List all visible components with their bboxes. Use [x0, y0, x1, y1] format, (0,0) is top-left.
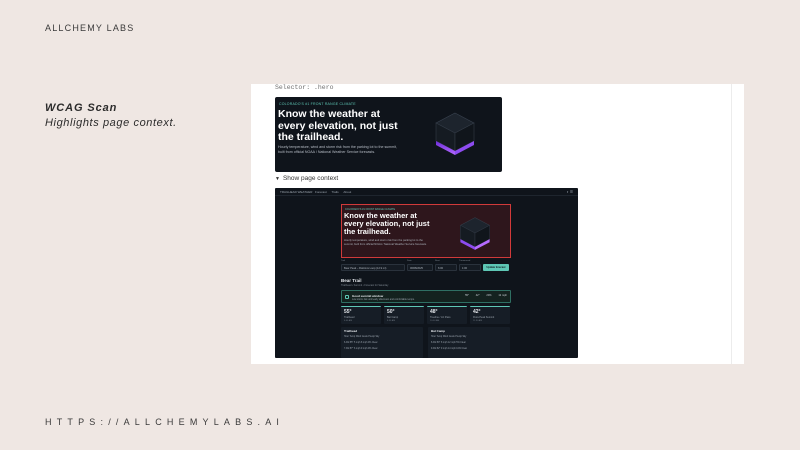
context-hero-headline: Know the weather at every elevation, not… — [344, 211, 430, 237]
context-nav: TRAILHEAD WEATHER Forecast Trails About … — [275, 188, 578, 196]
metric-label: Trailhead — [344, 316, 355, 319]
metric-label: Treeline / Jct Pass — [430, 316, 451, 319]
table-row: 6 AM 55° 5 mph 8 mph 0% Clear — [344, 342, 378, 344]
trail-select: Bear Peak – Flatirons Loop (12.9 mi) — [341, 264, 405, 271]
metric-card: 50° Bat Camp 8:30 AM — [384, 306, 424, 324]
nav-link: Forecast — [315, 190, 327, 194]
selector-label: Selector: .hero — [275, 84, 334, 91]
context-logo: TRAILHEAD WEATHER — [280, 190, 313, 194]
nav-link: Trails — [331, 190, 339, 194]
brand-wordmark: ALLCHEMY LABS — [45, 23, 135, 33]
table-row: 7 AM 57° 6 mph 9 mph 0% Clear — [344, 348, 378, 350]
metric-sub: 11:30 AM — [473, 320, 483, 322]
elevation-metrics: 55° Trailhead 6:00 AM 50° Bat Camp 8:30 … — [341, 306, 511, 324]
table-row: Hour Temp Wind Gusts Precip Sky — [431, 336, 467, 338]
end-field: 1:00 — [459, 264, 481, 271]
context-hero-body: Hourly temperature, wind and storm risk … — [344, 239, 427, 246]
metric-label: Flora Peak Summit — [473, 316, 495, 319]
metric-value: 48° — [430, 309, 438, 315]
metric-card: 55° Trailhead 6:00 AM — [341, 306, 381, 324]
stat-value: 55° — [465, 293, 469, 297]
context-nav-links: Forecast Trails About — [315, 190, 355, 194]
page-context-screenshot: TRAILHEAD WEATHER Forecast Trails About … — [275, 188, 578, 358]
metric-sub: 6:00 AM — [344, 320, 353, 322]
metric-card: 42° Flora Peak Summit 11:30 AM — [470, 306, 510, 324]
metric-sub: 8:30 AM — [387, 320, 396, 322]
nav-link: About — [343, 190, 352, 194]
metric-value: 55° — [344, 309, 352, 315]
hero-eyebrow: Colorado's #1 Front Range Climate — [279, 102, 356, 106]
context-forecast-form: Trail Bear Peak – Flatirons Loop (12.9 m… — [341, 260, 511, 273]
highlighted-hero-region: Colorado's #1 Front Range Climate Know t… — [341, 204, 511, 258]
cube-illustration-icon — [430, 107, 480, 159]
slide-title: WCAG Scan — [45, 102, 118, 114]
disclosure-label: Show page context — [282, 175, 339, 182]
check-icon — [345, 295, 349, 299]
trail-label: Trail — [341, 260, 346, 262]
hero-headline: Know the weather at every elevation, not… — [278, 108, 398, 143]
metric-value: 42° — [473, 309, 481, 315]
date-field: 06/08/2025 — [407, 264, 433, 271]
stat-value: 12 mph — [498, 293, 507, 297]
metric-label: Bat Camp — [387, 316, 399, 319]
table-title: Bat Camp — [431, 329, 446, 333]
caret-down-icon: ▼ — [275, 176, 280, 182]
stat-value: 20% — [486, 293, 492, 297]
table-row: 8 AM 50° 8 mph 12 mph 5% Clear — [431, 342, 466, 344]
end-label: Turnaround — [459, 260, 471, 262]
cube-illustration-icon — [455, 213, 495, 253]
scan-result-panel: Selector: .hero Colorado's #1 Front Rang… — [251, 84, 744, 364]
date-label: Date — [407, 260, 412, 262]
table-title: Trailhead — [344, 329, 358, 333]
metric-sub: 10:00 AM — [430, 320, 440, 322]
hero-preview: Colorado's #1 Front Range Climate Know t… — [275, 97, 502, 172]
table-row: Hour Temp Wind Gusts Precip Sky — [344, 336, 380, 338]
trail-title: Bear Trail — [341, 278, 362, 283]
panel-divider — [731, 84, 732, 364]
hourly-table: Bat Camp Hour Temp Wind Gusts Precip Sky… — [428, 327, 510, 358]
metric-card: 48° Treeline / Jct Pass 10:00 AM — [427, 306, 467, 324]
footer-url: HTTPS://ALLCHEMYLABS.AI — [45, 417, 285, 427]
alert-text: Low storm risk until early afternoon and… — [352, 297, 415, 301]
show-page-context-toggle[interactable]: ▼ Show page context — [275, 175, 338, 182]
table-row: 9 AM 52° 9 mph 14 mph 10% Clear — [431, 348, 468, 350]
start-label: Start — [435, 260, 440, 262]
summit-window-alert: Good summit window Low storm risk until … — [341, 290, 511, 303]
alert-stats: 55° 42° 20% 12 mph — [459, 294, 507, 297]
metric-value: 50° — [387, 309, 395, 315]
hero-body: Hourly temperature, wind and storm risk … — [278, 145, 398, 154]
start-field: 6:00 — [435, 264, 457, 271]
trail-subtitle: Trailhead • Summit • Forecast for Saturd… — [341, 284, 389, 287]
stat-value: 42° — [475, 293, 480, 297]
update-forecast-button: Update forecast — [483, 264, 509, 271]
slide-subtitle: Highlights page context. — [45, 117, 177, 129]
hourly-table: Trailhead Hour Temp Wind Gusts Precip Sk… — [341, 327, 423, 358]
nav-icons: ◐ ☰ — [566, 190, 573, 194]
